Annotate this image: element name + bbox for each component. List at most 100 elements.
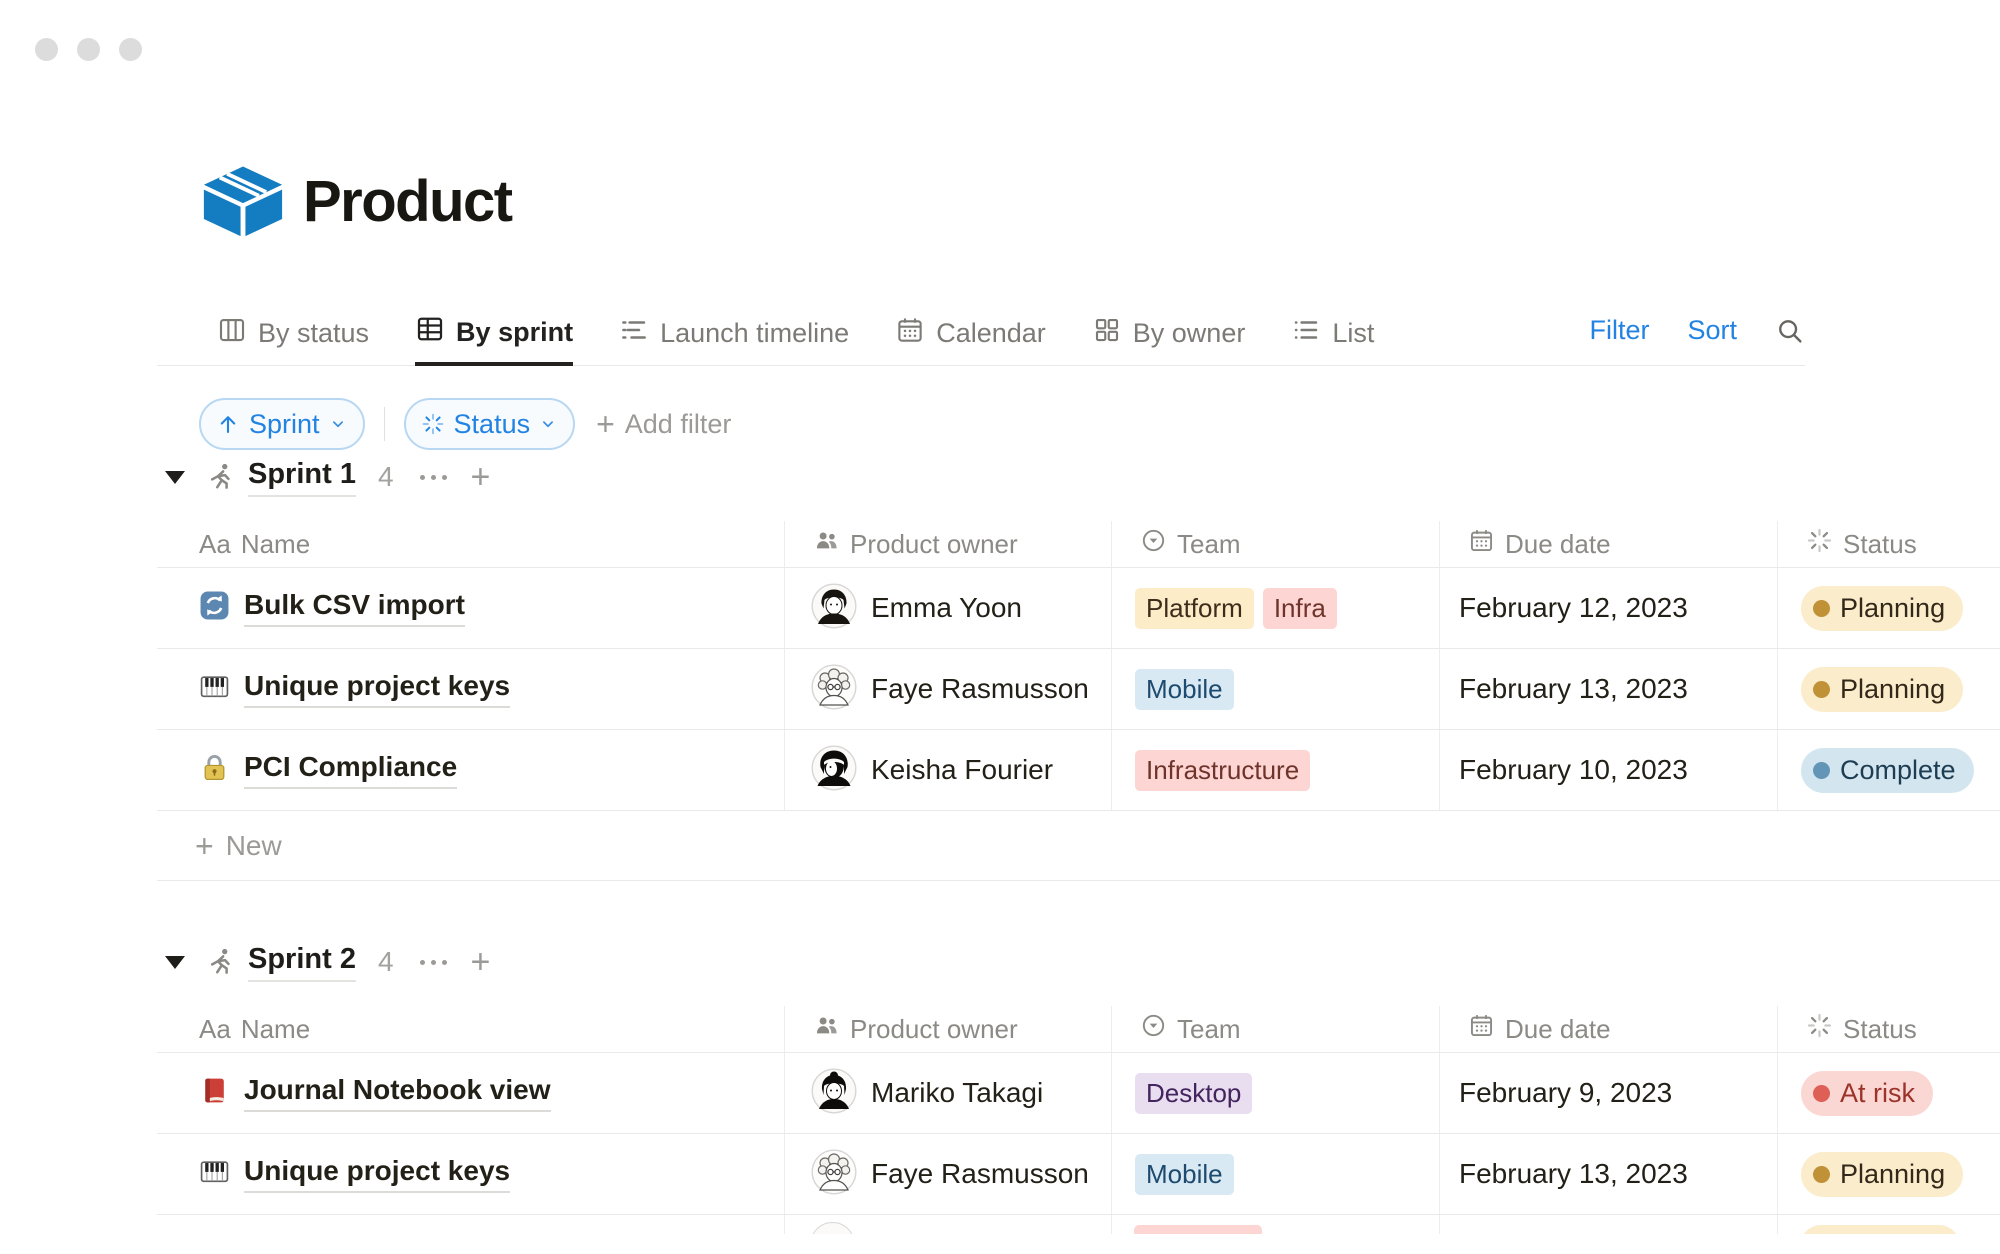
book-icon — [199, 1075, 230, 1111]
spinner-icon — [1806, 1012, 1833, 1046]
group-more-icon[interactable] — [420, 475, 447, 480]
team-cell[interactable]: PlatformInfra — [1111, 568, 1439, 648]
window-control-dot[interactable] — [119, 38, 142, 61]
people-icon — [813, 1012, 840, 1046]
table-row: Bulk CSV importEmma YoonPlatformInfraFeb… — [157, 568, 2000, 649]
column-header-team[interactable]: Team — [1111, 521, 1439, 567]
window-controls — [35, 38, 142, 61]
due-date-cell[interactable]: February 13, 2023 — [1439, 649, 1777, 729]
page-link: Unique project keys — [244, 670, 510, 708]
column-header-label: Name — [241, 529, 310, 560]
due-date-cell[interactable]: February 10, 2023 — [1439, 730, 1777, 810]
status-cell[interactable]: Planning — [1777, 568, 2000, 648]
add-filter-button[interactable]: +Add filter — [596, 408, 731, 440]
status-badge: Complete — [1801, 748, 1974, 793]
team-tag: Platform — [1135, 588, 1254, 629]
name-cell[interactable]: Journal Notebook view — [157, 1053, 784, 1133]
status-cell[interactable]: At risk — [1777, 1053, 2000, 1133]
new-row-button[interactable]: +New — [157, 811, 2000, 881]
column-header-team[interactable]: Team — [1111, 1006, 1439, 1052]
avatar — [811, 1149, 857, 1200]
avatar — [811, 745, 857, 796]
new-row-label: New — [226, 830, 282, 862]
group-count: 4 — [378, 461, 394, 493]
name-cell[interactable]: Unique project keys — [157, 649, 784, 729]
owner-cell[interactable]: Mariko Takagi — [784, 1053, 1111, 1133]
team-cell[interactable]: Mobile — [1111, 1134, 1439, 1214]
column-header-product-owner[interactable]: Product owner — [784, 521, 1111, 567]
tab-by-status[interactable]: By status — [217, 302, 369, 365]
tab-calendar[interactable]: Calendar — [895, 302, 1046, 365]
status-cell[interactable]: Planning — [1777, 1134, 2000, 1214]
owner-name: Keisha Fourier — [871, 754, 1053, 786]
status-dot-icon — [1813, 681, 1830, 698]
status-label: Complete — [1840, 755, 1956, 786]
view-tabs: By status By sprint Launch timeline Calenda… — [157, 302, 1374, 365]
tab-launch-timeline[interactable]: Launch timeline — [619, 302, 849, 365]
tab-list[interactable]: List — [1291, 302, 1374, 365]
team-cell[interactable]: Infrastructure — [1111, 730, 1439, 810]
column-header-product-owner[interactable]: Product owner — [784, 1006, 1111, 1052]
team-tag: Infrastructure — [1135, 750, 1310, 791]
status-cell[interactable]: Complete — [1777, 730, 2000, 810]
window-control-dot[interactable] — [35, 38, 58, 61]
column-header-label: Team — [1177, 529, 1241, 560]
group-add-icon[interactable]: + — [471, 460, 491, 494]
table-row: Journal Notebook view Mariko TakagiDeskto… — [157, 1053, 2000, 1134]
table-row: Unique project keys Faye Rasmusson MobileF… — [157, 1134, 2000, 1215]
status-badge: Planning — [1801, 667, 1963, 712]
tab-label: Launch timeline — [660, 318, 849, 349]
chevron-down-icon — [539, 415, 557, 433]
group-sprint-1: Sprint 1 4 + AaName Product owner Team Due dat… — [157, 450, 2000, 881]
filter-chip-sprint[interactable]: Sprint — [199, 398, 365, 450]
column-divider — [1439, 1215, 1440, 1234]
filter-button[interactable]: Filter — [1589, 315, 1649, 346]
due-date-cell[interactable]: February 12, 2023 — [1439, 568, 1777, 648]
column-header-due-date[interactable]: Due date — [1439, 1006, 1777, 1052]
disclosure-triangle-icon[interactable] — [165, 956, 185, 969]
owner-cell[interactable]: Faye Rasmusson — [784, 1134, 1111, 1214]
tab-by-sprint[interactable]: By sprint — [415, 302, 573, 366]
page-link: Journal Notebook view — [244, 1074, 551, 1112]
column-header-name[interactable]: AaName — [157, 1006, 784, 1052]
owner-cell[interactable]: Keisha Fourier — [784, 730, 1111, 810]
owner-cell[interactable]: Emma Yoon — [784, 568, 1111, 648]
column-header-label: Due date — [1505, 1014, 1611, 1045]
column-header-status[interactable]: Status — [1777, 1006, 2000, 1052]
search-icon[interactable] — [1775, 316, 1805, 346]
groups-container: Sprint 14+AaNameProduct ownerTeamDue dat… — [157, 450, 2000, 1234]
filter-chip-status[interactable]: Status — [404, 398, 576, 450]
name-cell[interactable]: PCI Compliance — [157, 730, 784, 810]
column-header-due-date[interactable]: Due date — [1439, 521, 1777, 567]
board-icon — [217, 315, 247, 352]
lock-icon — [199, 752, 230, 788]
due-date-cell[interactable]: February 13, 2023 — [1439, 1134, 1777, 1214]
group-title[interactable]: Sprint 1 — [248, 458, 356, 497]
column-header-label: Product owner — [850, 529, 1018, 560]
package-icon — [199, 164, 287, 238]
group-more-icon[interactable] — [420, 960, 447, 965]
filter-bar: Sprint Status +Add filter — [157, 398, 2000, 450]
team-cell[interactable]: Desktop — [1111, 1053, 1439, 1133]
aa-icon: Aa — [199, 1014, 231, 1045]
column-header-label: Status — [1843, 529, 1917, 560]
name-cell[interactable]: Bulk CSV import — [157, 568, 784, 648]
team-tag — [1134, 1225, 1262, 1234]
name-cell[interactable]: Unique project keys — [157, 1134, 784, 1214]
window-control-dot[interactable] — [77, 38, 100, 61]
column-divider — [784, 1215, 785, 1234]
team-cell[interactable]: Mobile — [1111, 649, 1439, 729]
owner-name: Faye Rasmusson — [871, 1158, 1089, 1190]
group-add-icon[interactable]: + — [471, 945, 491, 979]
owner-cell[interactable]: Faye Rasmusson — [784, 649, 1111, 729]
tab-by-owner[interactable]: By owner — [1092, 302, 1246, 365]
column-header-status[interactable]: Status — [1777, 521, 2000, 567]
sort-button[interactable]: Sort — [1687, 315, 1737, 346]
group-title[interactable]: Sprint 2 — [248, 943, 356, 982]
disclosure-triangle-icon[interactable] — [165, 471, 185, 484]
page-title: Product — [303, 168, 512, 235]
due-date-cell[interactable]: February 9, 2023 — [1439, 1053, 1777, 1133]
chevron-down-icon — [329, 415, 347, 433]
status-cell[interactable]: Planning — [1777, 649, 2000, 729]
column-header-name[interactable]: AaName — [157, 521, 784, 567]
